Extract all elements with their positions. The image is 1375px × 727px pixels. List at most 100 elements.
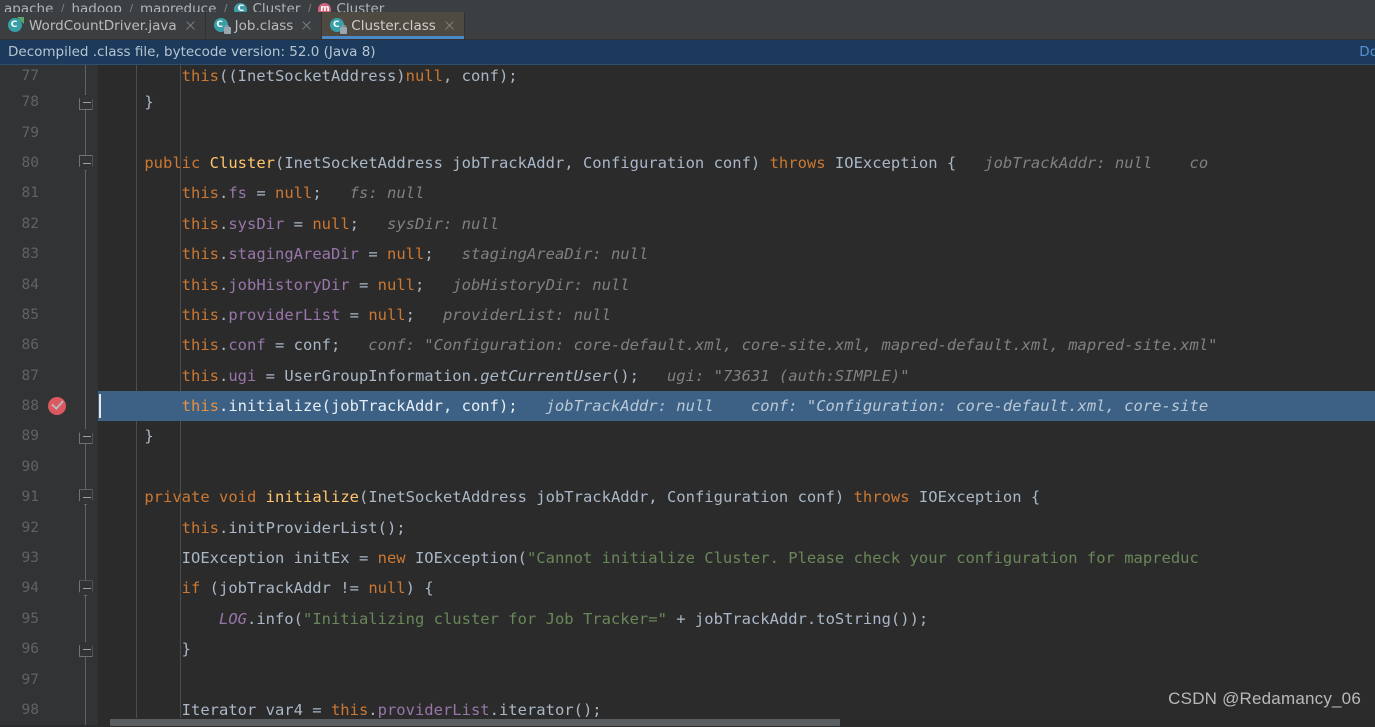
fold-gutter-98[interactable] bbox=[74, 694, 98, 726]
code-line-86[interactable]: 86 this. conf = conf; conf: "Configuratio… bbox=[0, 330, 1375, 361]
code-text-86[interactable]: this. conf = conf; conf: "Configuration: … bbox=[98, 330, 1375, 360]
fold-gutter-87[interactable] bbox=[74, 360, 98, 391]
code-line-92[interactable]: 92 this .initProviderList(); bbox=[0, 512, 1375, 543]
code-line-85[interactable]: 85 this. providerList = null; providerLis… bbox=[0, 299, 1375, 331]
breakpoint-gutter-92[interactable] bbox=[46, 512, 74, 543]
fold-open-marker-icon[interactable] bbox=[78, 580, 93, 597]
code-line-87[interactable]: 87 this. ugi = UserGroupInformation. getCu… bbox=[0, 360, 1375, 391]
horizontal-scrollbar-thumb[interactable] bbox=[110, 719, 840, 726]
close-icon[interactable] bbox=[444, 20, 455, 31]
breadcrumb-item-cluster-3[interactable]: C Cluster bbox=[234, 1, 300, 12]
breakpoint-gutter-82[interactable] bbox=[46, 208, 74, 239]
code-text-83[interactable]: this. stagingAreaDir = null; stagingAreaD… bbox=[98, 239, 1375, 269]
breakpoint-gutter-93[interactable] bbox=[46, 542, 74, 574]
code-line-78[interactable]: 78 } bbox=[0, 87, 1375, 118]
close-icon[interactable] bbox=[185, 20, 196, 31]
code-text-93[interactable]: IOException initEx = new IOException("Ca… bbox=[98, 543, 1375, 573]
breadcrumb-item-apache-0[interactable]: apache bbox=[4, 1, 53, 12]
breakpoint-gutter-84[interactable] bbox=[46, 269, 74, 300]
code-line-96[interactable]: 96 } bbox=[0, 634, 1375, 665]
code-text-81[interactable]: this. fs = null; fs: null bbox=[98, 178, 1375, 208]
fold-gutter-93[interactable] bbox=[74, 542, 98, 574]
breakpoint-icon[interactable] bbox=[48, 397, 66, 416]
fold-gutter-88[interactable] bbox=[74, 390, 98, 422]
fold-gutter-91[interactable] bbox=[74, 482, 98, 513]
code-text-94[interactable]: if (jobTrackAddr != null) { bbox=[98, 573, 1375, 603]
fold-gutter-79[interactable] bbox=[74, 117, 98, 148]
code-text-91[interactable]: private void initialize (InetSocketAddres… bbox=[98, 482, 1375, 512]
fold-gutter-78[interactable] bbox=[74, 87, 98, 118]
breadcrumb[interactable]: apache / hadoop / mapreduce / C Cluster / m Cluste… bbox=[0, 0, 1375, 12]
code-line-93[interactable]: 93 IOException initEx = new IOException(… bbox=[0, 542, 1375, 574]
code-text-92[interactable]: this .initProviderList(); bbox=[98, 512, 1375, 542]
fold-open-marker-icon[interactable] bbox=[78, 489, 93, 506]
close-icon[interactable] bbox=[301, 20, 312, 31]
breakpoint-gutter-77[interactable] bbox=[46, 65, 74, 87]
code-text-88[interactable]: this .initialize(jobTrackAddr, conf); job… bbox=[98, 391, 1375, 421]
fold-gutter-89[interactable] bbox=[74, 421, 98, 452]
fold-gutter-90[interactable] bbox=[74, 451, 98, 483]
download-sources-link[interactable]: Dow bbox=[1359, 44, 1375, 60]
code-text-97[interactable] bbox=[98, 664, 1375, 694]
code-text-84[interactable]: this. jobHistoryDir = null; jobHistoryDir… bbox=[98, 269, 1375, 299]
code-text-77[interactable]: this ((InetSocketAddress) null, conf); bbox=[98, 65, 1375, 87]
breadcrumb-item-mapreduce-2[interactable]: mapreduce bbox=[140, 1, 216, 12]
fold-open-marker-icon[interactable] bbox=[78, 154, 93, 171]
fold-gutter-95[interactable] bbox=[74, 603, 98, 635]
breakpoint-gutter-86[interactable] bbox=[46, 330, 74, 361]
breakpoint-gutter-90[interactable] bbox=[46, 451, 74, 483]
breakpoint-gutter-81[interactable] bbox=[46, 178, 74, 209]
code-text-87[interactable]: this. ugi = UserGroupInformation. getCurre… bbox=[98, 361, 1375, 391]
code-text-78[interactable]: } bbox=[98, 87, 1375, 117]
breakpoint-gutter-88[interactable] bbox=[46, 390, 74, 422]
breakpoint-gutter-95[interactable] bbox=[46, 603, 74, 635]
fold-gutter-81[interactable] bbox=[74, 178, 98, 209]
code-line-95[interactable]: 95 LOG .info("Initializing cluster for Jo… bbox=[0, 603, 1375, 635]
editor-tab-cluster-class[interactable]: C Cluster.class bbox=[322, 12, 465, 39]
breakpoint-gutter-78[interactable] bbox=[46, 87, 74, 118]
code-line-79[interactable]: 79 bbox=[0, 117, 1375, 148]
fold-gutter-94[interactable] bbox=[74, 573, 98, 604]
breakpoint-gutter-97[interactable] bbox=[46, 664, 74, 695]
code-line-84[interactable]: 84 this. jobHistoryDir = null; jobHistory… bbox=[0, 269, 1375, 300]
fold-close-marker-icon[interactable] bbox=[78, 641, 93, 658]
breakpoint-gutter-96[interactable] bbox=[46, 634, 74, 665]
fold-gutter-77[interactable] bbox=[74, 65, 98, 87]
code-line-82[interactable]: 82 this. sysDir = null; sysDir: null bbox=[0, 208, 1375, 239]
fold-gutter-83[interactable] bbox=[74, 238, 98, 270]
code-line-89[interactable]: 89 } bbox=[0, 421, 1375, 452]
code-line-77[interactable]: 77 this ((InetSocketAddress) null, conf); bbox=[0, 65, 1375, 87]
code-line-91[interactable]: 91 private void initialize (InetSocketAdd… bbox=[0, 482, 1375, 513]
breakpoint-gutter-85[interactable] bbox=[46, 299, 74, 331]
editor-tab-wordcountdriver-java[interactable]: C WordCountDriver.java bbox=[0, 12, 206, 39]
code-text-96[interactable]: } bbox=[98, 634, 1375, 664]
code-line-81[interactable]: 81 this. fs = null; fs: null bbox=[0, 178, 1375, 209]
breakpoint-gutter-80[interactable] bbox=[46, 147, 74, 179]
fold-gutter-92[interactable] bbox=[74, 512, 98, 543]
code-line-97[interactable]: 97 bbox=[0, 664, 1375, 695]
fold-close-marker-icon[interactable] bbox=[78, 428, 93, 445]
fold-gutter-84[interactable] bbox=[74, 269, 98, 300]
code-editor[interactable]: 77 this ((InetSocketAddress) null, conf); 7… bbox=[0, 65, 1375, 727]
fold-gutter-97[interactable] bbox=[74, 664, 98, 695]
code-line-88[interactable]: 88 this .initialize(jobTrackAddr, conf); … bbox=[0, 390, 1375, 422]
fold-gutter-85[interactable] bbox=[74, 299, 98, 331]
breakpoint-gutter-83[interactable] bbox=[46, 238, 74, 270]
code-line-80[interactable]: 80 public Cluster (InetSocketAddress jobT… bbox=[0, 147, 1375, 179]
breakpoint-gutter-87[interactable] bbox=[46, 360, 74, 391]
code-line-83[interactable]: 83 this. stagingAreaDir = null; stagingAr… bbox=[0, 238, 1375, 270]
breadcrumb-item-cluster-4[interactable]: m Cluster bbox=[318, 1, 384, 12]
editor-tab-job-class[interactable]: C Job.class bbox=[206, 12, 323, 39]
code-text-80[interactable]: public Cluster (InetSocketAddress jobTrac… bbox=[98, 148, 1375, 178]
breakpoint-gutter-91[interactable] bbox=[46, 482, 74, 513]
breadcrumb-item-hadoop-1[interactable]: hadoop bbox=[71, 1, 122, 12]
breakpoint-gutter-98[interactable] bbox=[46, 694, 74, 726]
breakpoint-gutter-94[interactable] bbox=[46, 573, 74, 604]
code-text-85[interactable]: this. providerList = null; providerList: … bbox=[98, 300, 1375, 330]
fold-gutter-80[interactable] bbox=[74, 147, 98, 179]
code-text-90[interactable] bbox=[98, 452, 1375, 482]
code-text-89[interactable]: } bbox=[98, 421, 1375, 451]
fold-gutter-96[interactable] bbox=[74, 634, 98, 665]
breakpoint-gutter-79[interactable] bbox=[46, 117, 74, 148]
code-line-94[interactable]: 94 if (jobTrackAddr != null) { bbox=[0, 573, 1375, 604]
